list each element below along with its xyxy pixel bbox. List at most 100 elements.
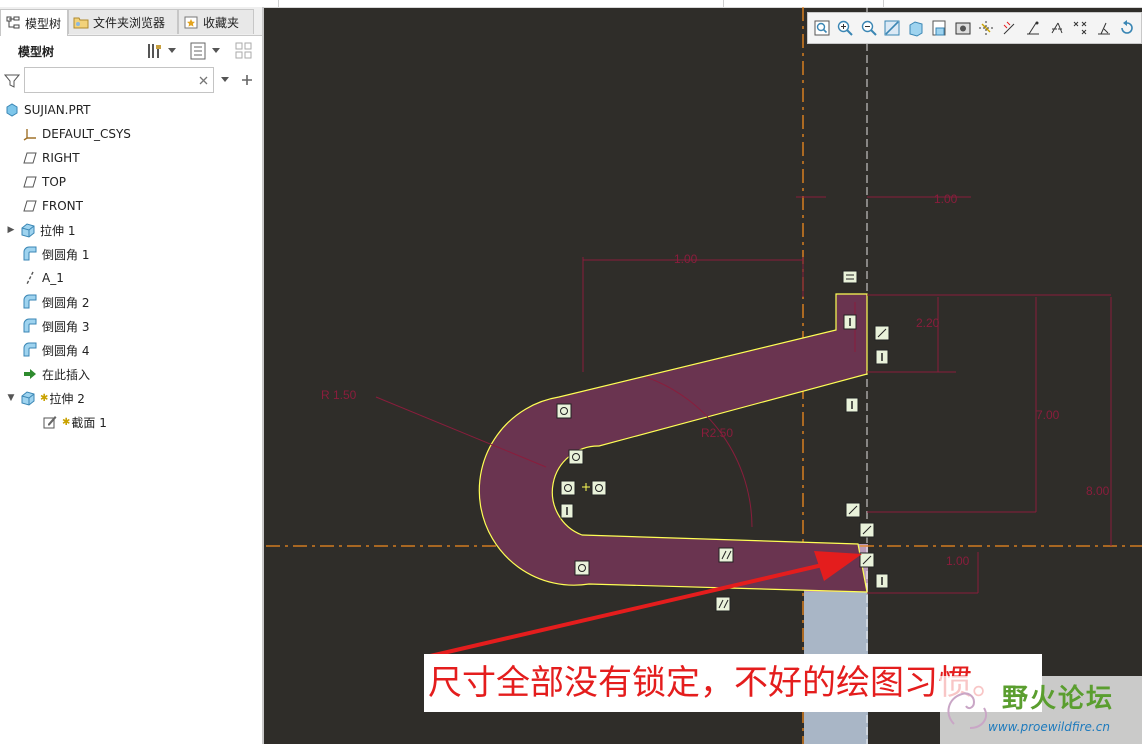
top-strip-segment: [278, 0, 724, 7]
datum-display-icon[interactable]: [977, 17, 997, 39]
add-icon[interactable]: [237, 70, 257, 90]
axis-icon: [22, 270, 38, 286]
tree-node-round-4[interactable]: 倒圆角 4: [22, 339, 89, 361]
new-feature-icon: ✱: [62, 416, 71, 428]
tree-node-front[interactable]: FRONT: [22, 195, 83, 217]
show-options-icon[interactable]: [188, 41, 208, 61]
sketch-canvas[interactable]: 1.00 1.00 2.20 7.00 8.00 1.00 R 1.50 R2.…: [266, 7, 1142, 744]
tools-icon[interactable]: [144, 41, 164, 61]
svg-text:2.20: 2.20: [916, 316, 940, 330]
top-strip-segment: [0, 0, 279, 7]
tree-node-right[interactable]: RIGHT: [22, 147, 80, 169]
top-strip-segment: [723, 0, 884, 7]
tree-node-label: TOP: [42, 175, 67, 189]
filter-icon[interactable]: [2, 71, 22, 91]
vertex-display-icon[interactable]: [1071, 17, 1091, 39]
watermark-url: www.proewildfire.cn: [988, 720, 1110, 734]
sketch-icon: [42, 414, 58, 430]
svg-text:R 1.50: R 1.50: [321, 388, 357, 402]
panel-title: 模型树: [18, 45, 55, 59]
sketch-profile[interactable]: [478, 293, 868, 593]
new-feature-icon: ✱: [40, 392, 49, 404]
grid-display-icon[interactable]: [1047, 17, 1067, 39]
tab-label: 模型树: [25, 16, 62, 31]
display-style-icon[interactable]: [906, 17, 926, 39]
tab-folder-browser[interactable]: 文件夹浏览器: [68, 9, 178, 34]
expand-icon[interactable]: ▶: [6, 225, 16, 235]
datum-plane-icon: [22, 150, 38, 166]
constraint-display-icon[interactable]: [1024, 17, 1044, 39]
tree-node-section-1[interactable]: ✱ 截面 1: [42, 411, 107, 433]
search-input[interactable]: [24, 67, 214, 93]
tree-node-top[interactable]: TOP: [22, 171, 66, 193]
model-tree-icon: [5, 15, 21, 31]
tree-node-round-2[interactable]: 倒圆角 2: [22, 291, 89, 313]
graphics-window[interactable]: 1.00 1.00 2.20 7.00 8.00 1.00 R 1.50 R2.…: [266, 7, 1142, 744]
datum-plane-icon: [22, 174, 38, 190]
tree-node-label: 拉伸 2: [49, 391, 85, 406]
tree-node-insert-here[interactable]: 在此插入: [22, 363, 90, 385]
chevron-down-icon[interactable]: [210, 41, 222, 61]
svg-text:1.00: 1.00: [674, 252, 698, 266]
tab-model-tree[interactable]: 模型树: [0, 9, 68, 36]
panel-tabs: 模型树 文件夹浏览器 收藏夹: [0, 7, 262, 36]
tree-node-default-csys[interactable]: DEFAULT_CSYS: [22, 123, 131, 145]
svg-text:1.00: 1.00: [934, 192, 958, 206]
model-tree-panel: 模型树 文件夹浏览器 收藏夹 模型树 SUJIAN.PRT DEFAULT_CS…: [0, 7, 264, 744]
zoom-in-icon[interactable]: [836, 17, 856, 39]
tree-node-label: A_1: [42, 271, 64, 285]
tree-node-label: 在此插入: [42, 367, 91, 382]
tree-columns-icon[interactable]: [234, 41, 254, 61]
watermark-name: 野火论坛: [1002, 684, 1115, 714]
extrude-icon: [20, 390, 36, 406]
datum-plane-icon: [22, 198, 38, 214]
tree-node-label: SUJIAN.PRT: [24, 103, 91, 117]
rotate-icon[interactable]: [1118, 17, 1138, 39]
chevron-down-icon[interactable]: [166, 41, 178, 61]
repaint-icon[interactable]: [883, 17, 903, 39]
filter-row: [0, 67, 262, 97]
tree-node-a-1[interactable]: A_1: [22, 267, 64, 289]
tree-node-label: DEFAULT_CSYS: [42, 127, 131, 141]
refit-icon[interactable]: [812, 17, 832, 39]
tree-node-label: 倒圆角 1: [42, 247, 90, 262]
collapse-icon[interactable]: ▼: [6, 393, 16, 403]
tree-node-label: 倒圆角 4: [42, 343, 90, 358]
tree-node-extrude-2[interactable]: ▼ ✱ 拉伸 2: [6, 387, 85, 409]
extrude-icon: [20, 222, 36, 238]
tab-label: 收藏夹: [203, 15, 240, 30]
tree-node-label: FRONT: [42, 199, 83, 213]
dimension-display-icon[interactable]: [1000, 17, 1020, 39]
round-icon: [22, 246, 38, 262]
watermark: 野火论坛 www.proewildfire.cn: [940, 676, 1142, 744]
tab-label: 文件夹浏览器: [93, 15, 166, 30]
tree-node-extrude-1[interactable]: ▶ 拉伸 1: [6, 219, 75, 241]
svg-text:R2.50: R2.50: [701, 426, 733, 440]
tree-node-label: 倒圆角 2: [42, 295, 90, 310]
svg-text:7.00: 7.00: [1036, 408, 1060, 422]
chevron-down-icon[interactable]: [219, 70, 231, 90]
csys-icon: [22, 126, 38, 142]
tree-node-label: 截面 1: [71, 415, 107, 430]
view-manager-icon[interactable]: [953, 17, 973, 39]
tree-node-sujian-prt[interactable]: SUJIAN.PRT: [4, 99, 91, 121]
saved-views-icon[interactable]: [930, 17, 950, 39]
round-icon: [22, 294, 38, 310]
tab-favorites[interactable]: 收藏夹: [178, 9, 254, 34]
clear-search-icon[interactable]: [196, 70, 210, 90]
favorites-icon: [183, 14, 199, 30]
round-icon: [22, 342, 38, 358]
insert-here-icon: [22, 366, 38, 382]
tree-node-label: 倒圆角 3: [42, 319, 90, 334]
panel-toolbar: 模型树: [0, 37, 262, 67]
tree-node-label: RIGHT: [42, 151, 80, 165]
tree-node-round-1[interactable]: 倒圆角 1: [22, 243, 89, 265]
round-icon: [22, 318, 38, 334]
tree-node-label: 拉伸 1: [40, 223, 76, 238]
zoom-out-icon[interactable]: [859, 17, 879, 39]
svg-text:8.00: 8.00: [1086, 484, 1110, 498]
tree-node-round-3[interactable]: 倒圆角 3: [22, 315, 89, 337]
sketch-setup-icon[interactable]: [1094, 17, 1114, 39]
part-icon: [4, 102, 20, 118]
svg-text:1.00: 1.00: [946, 554, 970, 568]
